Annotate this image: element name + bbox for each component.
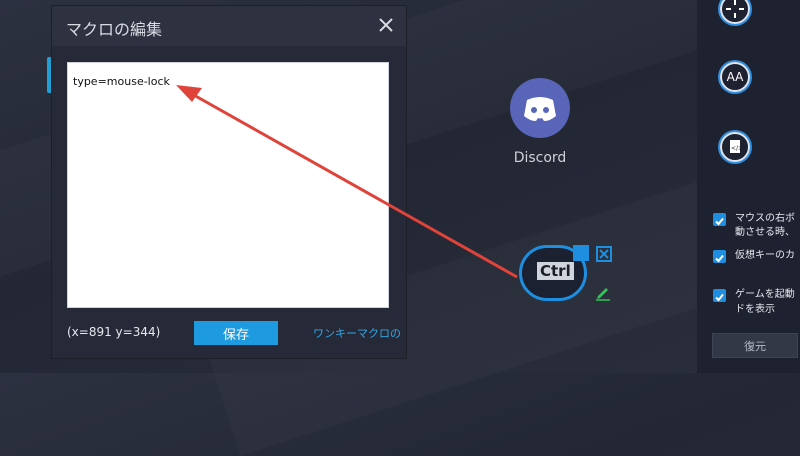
- checkbox-mouse-right-label-2: 動させる時、: [735, 227, 795, 238]
- checkbox-game-start-label: ゲームを起動: [735, 289, 795, 300]
- right-settings-panel: AA </> マウスの右ボ 動させる時、 仮想キーのカ ゲームを起動 ドを表示 …: [697, 0, 800, 373]
- aa-icon-text: AA: [726, 70, 744, 84]
- checkbox-mouse-right[interactable]: [713, 213, 726, 226]
- checkbox-mouse-right-label: マウスの右ボ: [735, 213, 795, 224]
- restore-button[interactable]: 復元: [712, 333, 798, 358]
- crosshair-icon[interactable]: [720, 0, 750, 24]
- annotation-arrow: [176, 85, 518, 279]
- script-icon[interactable]: </>: [720, 132, 750, 162]
- aa-icon[interactable]: AA: [720, 62, 750, 92]
- checkbox-game-start-label-2: ドを表示: [735, 304, 775, 315]
- checkbox-game-start[interactable]: [713, 289, 726, 302]
- checkbox-virtual-key-label: 仮想キーのカ: [735, 250, 795, 261]
- checkbox-virtual-key[interactable]: [713, 250, 726, 263]
- svg-text:</>: </>: [731, 145, 743, 152]
